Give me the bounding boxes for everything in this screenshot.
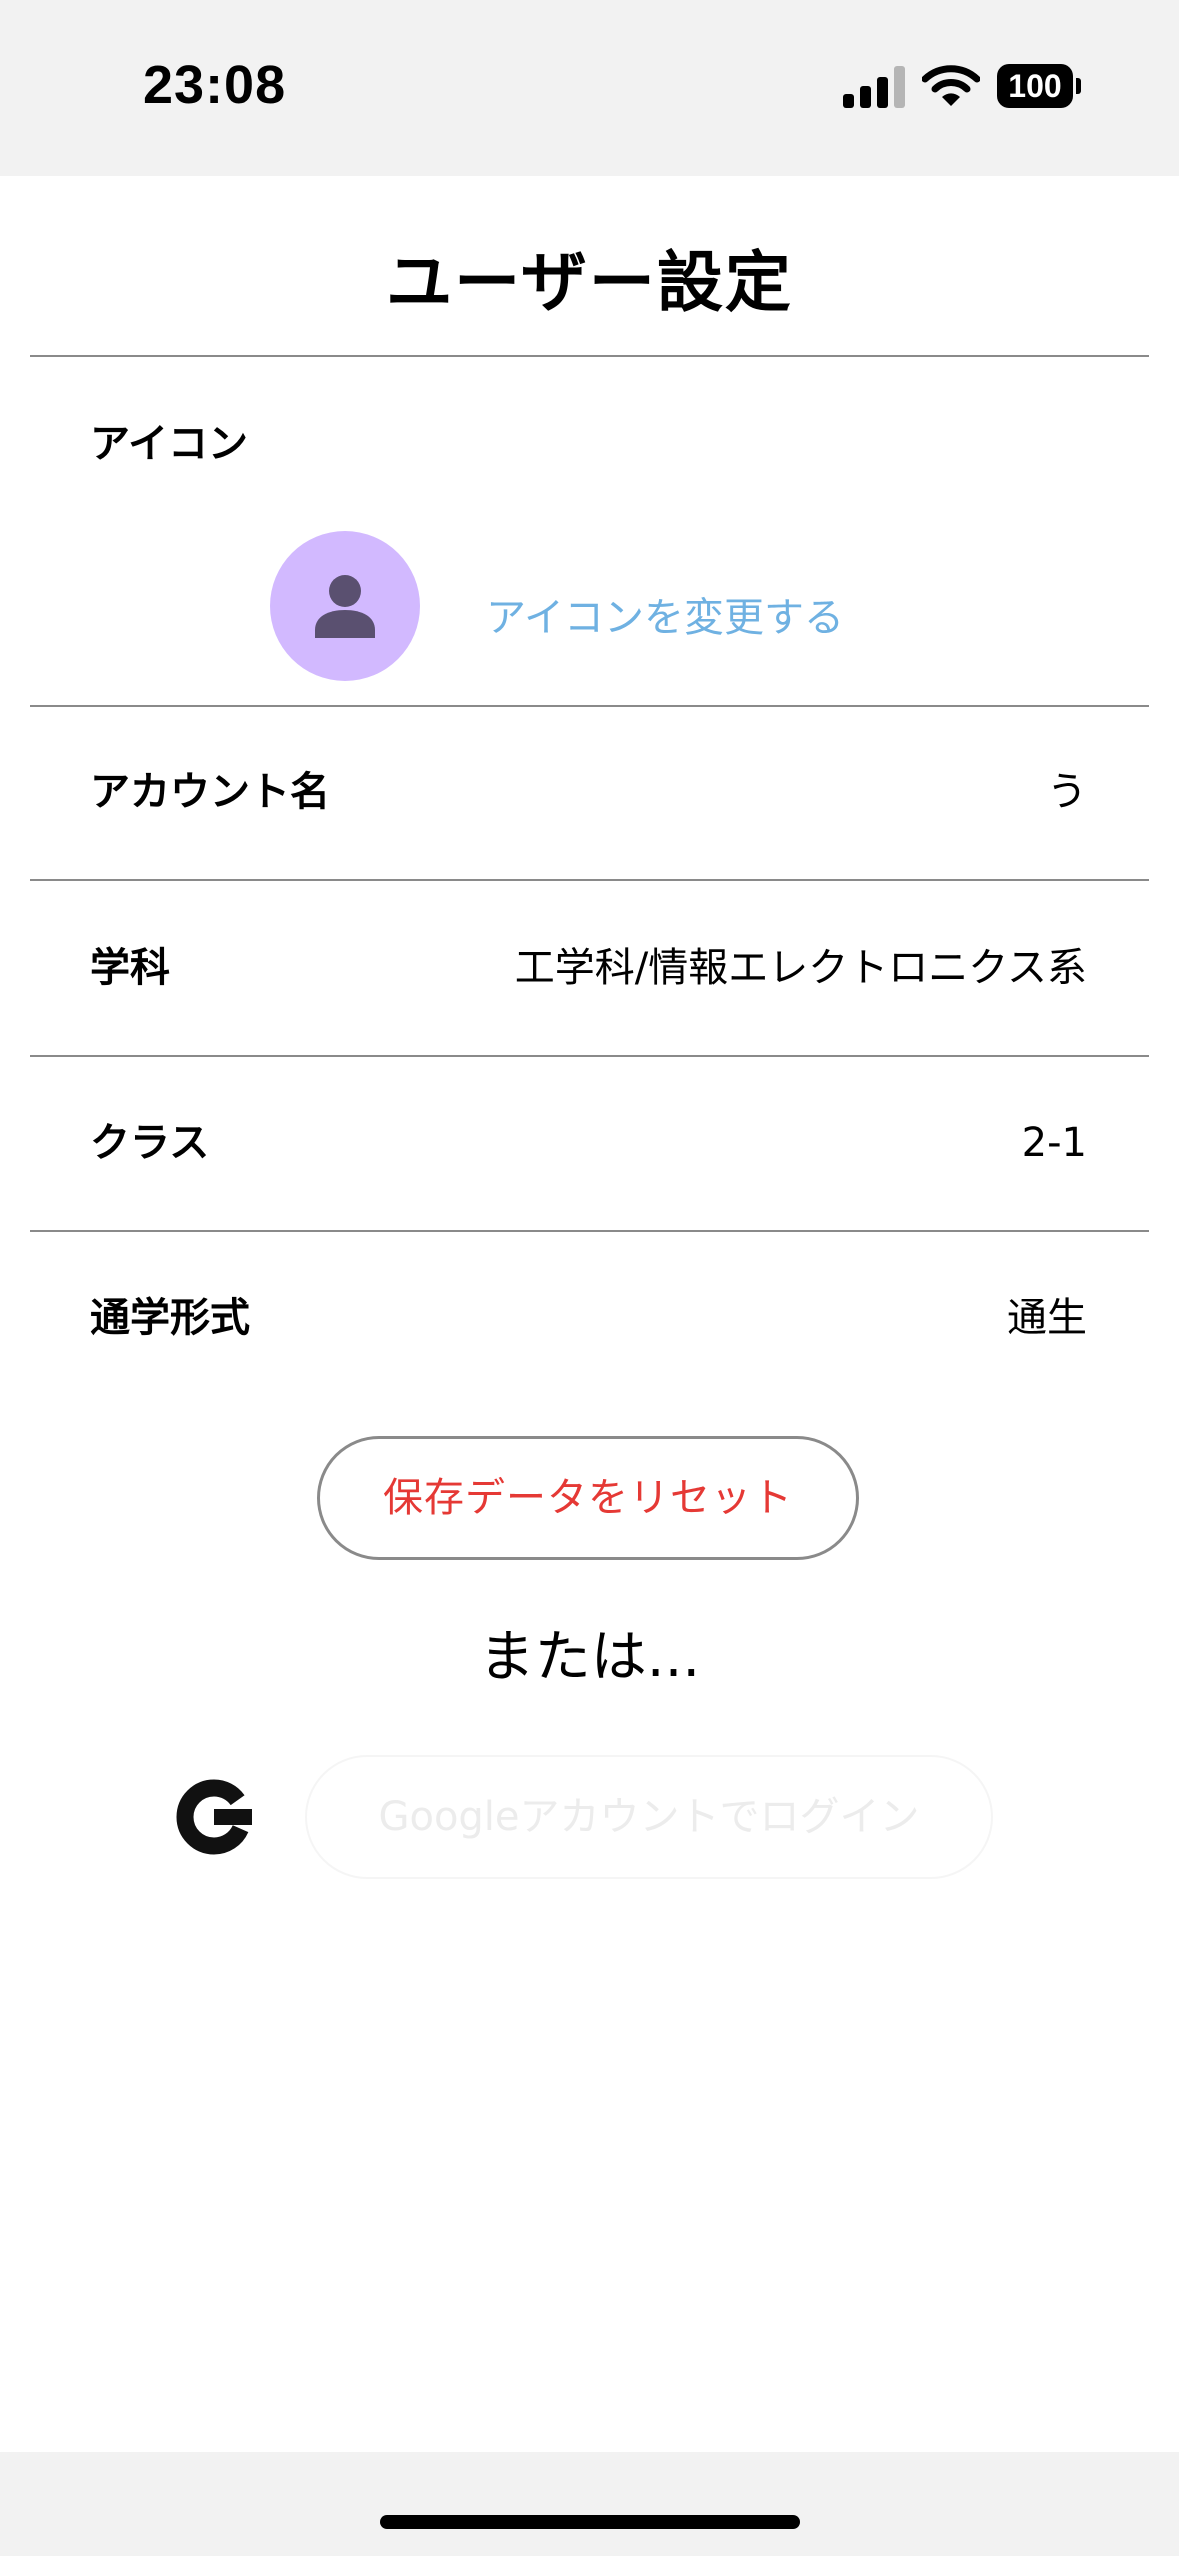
battery-level: 100	[997, 64, 1073, 108]
change-icon-link[interactable]: アイコンを変更する	[486, 590, 844, 646]
page-title: ユーザー設定	[386, 244, 793, 321]
cellular-signal-icon	[843, 66, 905, 108]
person-icon	[315, 575, 375, 638]
account-name-label: アカウント名	[90, 769, 330, 815]
icon-label: アイコン	[90, 421, 248, 467]
google-login-button[interactable]: Googleアカウントでログイン	[305, 1755, 993, 1879]
wifi-icon	[922, 65, 980, 106]
row-divider	[30, 879, 1149, 881]
class-label: クラス	[90, 1120, 210, 1166]
class-value: 2-1	[1021, 1120, 1087, 1166]
reset-data-button[interactable]: 保存データをリセット	[317, 1436, 859, 1560]
battery-icon: 100	[997, 64, 1081, 108]
avatar[interactable]	[270, 531, 420, 681]
bottom-system-bar	[0, 2452, 1179, 2556]
status-bar: 23:08 100	[0, 0, 1179, 176]
account-name-value: う	[1047, 769, 1087, 815]
row-divider	[30, 705, 1149, 707]
or-text: または...	[478, 1625, 701, 1690]
row-divider	[30, 1055, 1149, 1057]
row-divider	[30, 1230, 1149, 1232]
status-time: 23:08	[143, 55, 287, 115]
commute-label: 通学形式	[90, 1295, 250, 1341]
commute-value: 通生	[1007, 1295, 1087, 1341]
google-icon	[176, 1779, 252, 1855]
department-label: 学科	[90, 945, 170, 991]
department-value: 工学科/情報エレクトロニクス系	[514, 945, 1087, 991]
header-divider	[30, 355, 1149, 357]
battery-tip	[1076, 78, 1081, 94]
home-indicator[interactable]	[380, 2515, 800, 2529]
